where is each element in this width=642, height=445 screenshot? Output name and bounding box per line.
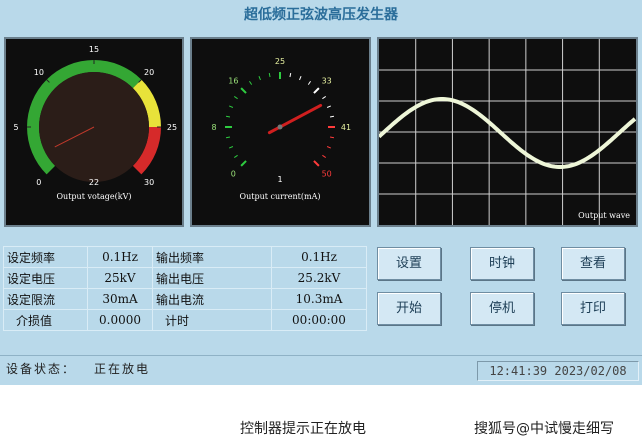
current-gauge-ticks: 0 8 16 25 33 41 50 — [211, 57, 351, 179]
output-wave-display: Output wave — [377, 37, 638, 227]
voltage-tick-label: 10 — [34, 68, 44, 77]
current-tick-mark — [228, 146, 234, 149]
voltage-tick-label: 0 — [36, 178, 41, 187]
device-status-value: 正在放电 — [94, 362, 151, 376]
current-tick-mark — [240, 87, 247, 94]
output-current-value: 10.3mA — [271, 288, 367, 310]
waveform-line — [379, 97, 636, 169]
set-current-limit-label: 设定限流 — [3, 288, 88, 310]
voltage-tick-label: 5 — [13, 123, 18, 132]
current-gauge-hub — [277, 124, 283, 130]
voltage-tick-label: 30 — [144, 178, 154, 187]
voltage-tick-label: 15 — [89, 45, 99, 54]
current-tick-mark — [233, 154, 238, 158]
output-current-gauge: 0 8 16 25 33 41 50 1 Output current(mA) — [190, 37, 371, 227]
current-tick-mark — [326, 105, 332, 108]
current-tick-label: 0 — [231, 170, 236, 179]
set-current-limit-value: 30mA — [87, 288, 153, 310]
current-tick-mark — [268, 72, 271, 78]
current-tick-label: 41 — [341, 123, 351, 132]
waveform-grid — [379, 39, 636, 225]
status-bar: 设备状态： 正在放电 12:41:39 2023/02/08 — [0, 355, 642, 385]
set-frequency-label: 设定频率 — [3, 246, 88, 268]
table-row: 设定限流 30mA 输出电流 10.3mA — [3, 288, 367, 310]
device-status-label: 设备状态： — [6, 362, 77, 376]
start-button[interactable]: 开始 — [377, 292, 441, 325]
current-tick-mark — [313, 87, 320, 94]
set-voltage-value: 25kV — [87, 267, 153, 289]
print-button[interactable]: 打印 — [561, 292, 625, 325]
watermark-text: 搜狐号@中试慢走细写 — [474, 421, 614, 437]
current-tick-mark — [225, 115, 231, 118]
clock-button[interactable]: 时钟 — [470, 247, 534, 280]
app-title: 超低频正弦波高压发生器 — [244, 7, 398, 23]
dielectric-loss-value: 0.0000 — [87, 309, 153, 331]
view-button[interactable]: 查看 — [561, 247, 625, 280]
current-tick-label: 25 — [275, 57, 285, 66]
output-voltage-gauge: 0 5 10 15 20 25 30 22 Output votage(kV) — [4, 37, 184, 227]
current-tick-mark — [258, 75, 261, 81]
current-tick-mark — [299, 75, 302, 81]
current-tick-mark — [228, 105, 234, 108]
table-row: 设定频率 0.1Hz 输出频率 0.1Hz — [3, 246, 367, 268]
current-tick-mark — [233, 96, 238, 100]
set-frequency-value: 0.1Hz — [87, 246, 153, 268]
control-panel-screen: 超低频正弦波高压发生器 0 5 10 15 20 25 30 22 Output votag… — [0, 0, 642, 385]
timer-label: 计时 — [152, 309, 272, 331]
table-row: 设定电压 25kV 输出电压 25.2kV — [3, 267, 367, 289]
set-voltage-label: 设定电压 — [3, 267, 88, 289]
current-gauge-svg: 0 8 16 25 33 41 50 1 Output current(mA) — [211, 57, 351, 201]
current-tick-mark — [240, 160, 247, 167]
current-tick-mark — [249, 80, 253, 85]
current-tick-label: 8 — [211, 123, 216, 132]
current-tick-mark — [289, 72, 292, 78]
timer-value: 00:00:00 — [271, 309, 367, 331]
voltage-gauge-caption: Output votage(kV) — [57, 192, 132, 201]
current-tick-label: 50 — [322, 170, 332, 179]
waveform-caption: Output wave — [578, 211, 630, 220]
current-gauge-caption: Output current(mA) — [240, 192, 321, 201]
current-tick-label: 16 — [228, 76, 238, 85]
current-gauge-needle — [267, 103, 323, 135]
dielectric-loss-label: 介损值 — [3, 309, 88, 331]
output-frequency-label: 输出频率 — [152, 246, 272, 268]
current-tick-mark — [307, 80, 311, 85]
waveform-svg — [379, 39, 636, 225]
stop-button[interactable]: 停机 — [470, 292, 534, 325]
output-voltage-label: 输出电压 — [152, 267, 272, 289]
voltage-gauge-svg: 0 5 10 15 20 25 30 22 Output votage(kV) — [13, 45, 177, 201]
current-tick-mark — [329, 115, 335, 118]
caption-text: 控制器提示正在放电 — [240, 421, 366, 437]
current-tick-mark — [326, 146, 332, 149]
current-tick-label: 33 — [322, 76, 332, 85]
table-row: 介损值 0.0000 计时 00:00:00 — [3, 309, 367, 331]
settings-button[interactable]: 设置 — [377, 247, 441, 280]
output-frequency-value: 0.1Hz — [271, 246, 367, 268]
current-tick-mark — [225, 136, 231, 139]
voltage-tick-label: 20 — [144, 68, 154, 77]
voltage-gauge-center-value: 22 — [89, 178, 99, 187]
output-voltage-value: 25.2kV — [271, 267, 367, 289]
voltage-tick-label: 25 — [167, 123, 177, 132]
datetime-display: 12:41:39 2023/02/08 — [477, 361, 639, 381]
output-current-label: 输出电流 — [152, 288, 272, 310]
current-tick-mark — [322, 96, 327, 100]
parameter-table: 设定频率 0.1Hz 输出频率 0.1Hz 设定电压 25kV 输出电压 25.… — [3, 246, 367, 331]
current-tick-mark — [313, 160, 320, 167]
current-tick-mark — [329, 136, 335, 139]
current-gauge-center-value: 1 — [277, 175, 282, 184]
current-tick-mark — [322, 154, 327, 158]
